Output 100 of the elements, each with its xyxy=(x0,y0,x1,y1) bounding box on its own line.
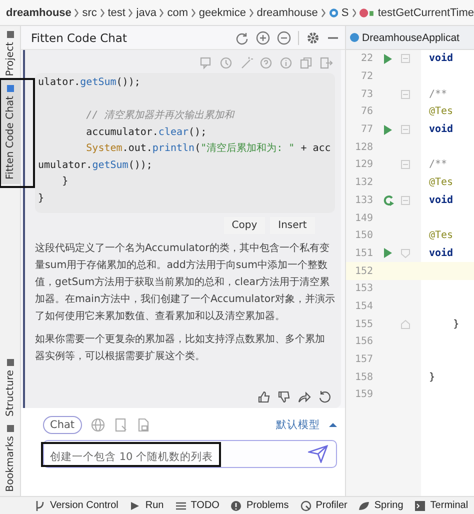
fold-icon[interactable] xyxy=(400,320,410,329)
breadcrumb-item[interactable]: dreamhouse xyxy=(256,6,318,18)
thumbs-up-icon[interactable] xyxy=(256,390,271,404)
run-icon xyxy=(129,500,142,512)
tool-window-icon xyxy=(6,424,14,434)
tool-window-button[interactable]: Profiler xyxy=(316,500,348,511)
code-text: void xyxy=(429,248,454,259)
fold-icon[interactable] xyxy=(400,248,410,258)
code-text: @Tes xyxy=(429,230,454,242)
chevron-icon xyxy=(159,8,164,18)
globe-icon[interactable] xyxy=(90,418,105,432)
breadcrumb-item[interactable]: geekmice xyxy=(198,6,246,18)
chat-mode-chip[interactable]: Chat xyxy=(43,416,82,434)
line-number: 151 xyxy=(354,248,373,259)
breadcrumb-item[interactable]: testGetCurrentTime xyxy=(378,6,474,18)
code-line: } xyxy=(61,175,70,189)
message-input[interactable]: 创建一个包含 10 个随机数的列表 xyxy=(43,440,337,468)
thumbs-down-icon[interactable] xyxy=(276,390,291,404)
rerun-icon[interactable] xyxy=(382,194,394,206)
tool-window-icon xyxy=(6,84,14,94)
chevron-icon xyxy=(100,8,105,18)
tool-window-button[interactable]: Problems xyxy=(246,500,289,511)
tool-window-button[interactable]: Run xyxy=(145,500,164,511)
breadcrumb-item[interactable]: java xyxy=(136,6,156,18)
side-tab[interactable]: Bookmarks xyxy=(4,436,16,492)
editor-tab[interactable]: DreamhouseApplicat xyxy=(346,26,474,50)
history-icon[interactable] xyxy=(218,56,233,70)
line-number: 157 xyxy=(354,354,373,366)
breadcrumb-item[interactable]: src xyxy=(82,6,97,18)
run-icon[interactable] xyxy=(384,124,392,135)
document-icon[interactable] xyxy=(114,418,128,432)
code-text: void xyxy=(429,53,454,64)
caret-up-icon[interactable] xyxy=(329,422,337,428)
info-icon[interactable] xyxy=(278,56,293,70)
line-number: 158 xyxy=(354,372,373,383)
line-number: 156 xyxy=(354,336,373,348)
terminal-icon xyxy=(414,500,426,512)
run-icon[interactable] xyxy=(384,248,392,258)
fold-icon[interactable] xyxy=(400,125,410,134)
code-line: umulator.getSum()); xyxy=(38,158,154,172)
line-number: 152 xyxy=(354,266,373,277)
line-number: 132 xyxy=(354,177,373,188)
code-text: void xyxy=(429,194,454,206)
comment-icon[interactable] xyxy=(198,56,213,70)
tool-window-icon xyxy=(6,358,14,367)
answer-paragraph: 这段代码定义了一个名为Accumulator的类，其中包含一个私有变量sum用于存储累加的总和。add方法用于向sum中添加一个整数值，getSum方法用于获取当前累加的总和，clear方法用于清空累加器。在main方法中，我们创建了一个Accumulator对象，并演示了如何使用它来累加数值、查看累加和以及清空累加器。 xyxy=(35,242,335,324)
tool-window-icon xyxy=(6,30,14,39)
side-tab[interactable]: Structure xyxy=(4,370,16,416)
chevron-icon xyxy=(74,8,80,18)
fold-icon[interactable] xyxy=(400,90,410,99)
add-icon[interactable] xyxy=(256,30,270,44)
line-number: 77 xyxy=(360,124,373,136)
line-number: 159 xyxy=(354,389,373,400)
chevron-icon xyxy=(320,8,326,18)
code-line: // 清空累加器并再次输出累加和 xyxy=(85,108,236,123)
file-icon[interactable] xyxy=(136,418,151,432)
panel-title: Fitten Code Chat xyxy=(31,30,128,44)
breadcrumb-item[interactable]: dreamhouse xyxy=(6,6,72,18)
fold-icon[interactable] xyxy=(400,160,410,170)
code-text: /** xyxy=(429,159,448,170)
tool-window-button[interactable]: Version Control xyxy=(50,500,118,511)
retry-icon[interactable] xyxy=(316,390,331,404)
refresh-icon[interactable] xyxy=(235,30,249,44)
remove-icon[interactable] xyxy=(277,30,291,44)
share-icon[interactable] xyxy=(296,390,311,404)
copy-icon[interactable] xyxy=(298,56,313,70)
breadcrumb-item[interactable]: test xyxy=(108,6,126,18)
code-line: System.out.println("清空后累加和为: " + acc xyxy=(85,142,331,156)
chevron-icon xyxy=(248,8,254,18)
tool-window-button[interactable]: Spring xyxy=(374,500,404,511)
side-tab[interactable]: Project xyxy=(4,42,16,76)
answer-paragraph: 如果你需要一个更复杂的累加器，比如支持浮点数累加、多个累加器实例等，可以根据需要扩展这个类。 xyxy=(35,332,326,364)
settings-icon[interactable] xyxy=(306,30,320,44)
code-text: @Tes xyxy=(429,177,454,188)
fold-icon[interactable] xyxy=(400,196,410,205)
code-text: } xyxy=(452,318,460,330)
run-icon[interactable] xyxy=(384,54,392,64)
chevron-icon xyxy=(191,8,196,18)
class-icon xyxy=(328,8,338,18)
line-number: 153 xyxy=(354,283,373,294)
code-text: @Tes xyxy=(429,106,454,118)
breadcrumb-item[interactable]: com xyxy=(167,6,188,18)
fold-icon[interactable] xyxy=(400,54,410,64)
code-text: /** xyxy=(429,88,448,100)
leaf-icon xyxy=(358,500,370,512)
code-action-button[interactable]: Insert xyxy=(270,217,315,234)
code-line: ulator.getSum()); xyxy=(38,76,142,90)
send-icon[interactable] xyxy=(308,445,328,463)
code-action-button[interactable]: Copy xyxy=(224,217,266,234)
line-number: 73 xyxy=(360,88,373,100)
help-icon[interactable] xyxy=(258,56,273,70)
line-number: 154 xyxy=(354,300,373,312)
model-selector[interactable]: 默认模型 xyxy=(276,418,320,432)
line-number: 128 xyxy=(354,142,373,153)
line-number: 72 xyxy=(360,71,373,82)
line-number: 133 xyxy=(354,194,373,206)
exit-icon[interactable] xyxy=(318,56,333,70)
tool-window-button[interactable]: Terminal xyxy=(430,500,468,511)
tool-window-button[interactable]: TODO xyxy=(190,500,220,511)
breadcrumb-item[interactable]: S xyxy=(341,6,349,18)
